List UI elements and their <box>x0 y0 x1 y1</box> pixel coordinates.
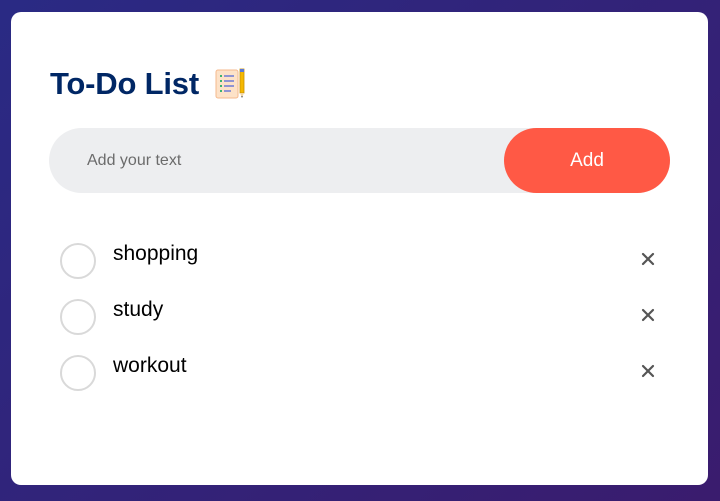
task-list: shopping study workout <box>60 241 660 409</box>
list-item[interactable]: study <box>60 297 660 353</box>
todo-app-card: To-Do List Add sho <box>11 12 708 485</box>
task-label: workout <box>113 354 187 377</box>
close-icon[interactable] <box>636 303 660 327</box>
close-icon[interactable] <box>636 359 660 383</box>
notepad-pencil-icon <box>213 67 247 101</box>
add-button[interactable]: Add <box>504 128 670 193</box>
task-label: study <box>113 298 164 321</box>
circle-icon[interactable] <box>60 299 96 335</box>
header: To-Do List <box>50 64 247 104</box>
close-icon[interactable] <box>636 247 660 271</box>
task-input[interactable] <box>49 127 504 194</box>
task-label: shopping <box>113 242 199 265</box>
circle-icon[interactable] <box>60 243 96 279</box>
list-item[interactable]: shopping <box>60 241 660 297</box>
page-title: To-Do List <box>50 66 199 101</box>
list-item[interactable]: workout <box>60 353 660 409</box>
circle-icon[interactable] <box>60 355 96 391</box>
add-task-bar: Add <box>49 127 670 194</box>
